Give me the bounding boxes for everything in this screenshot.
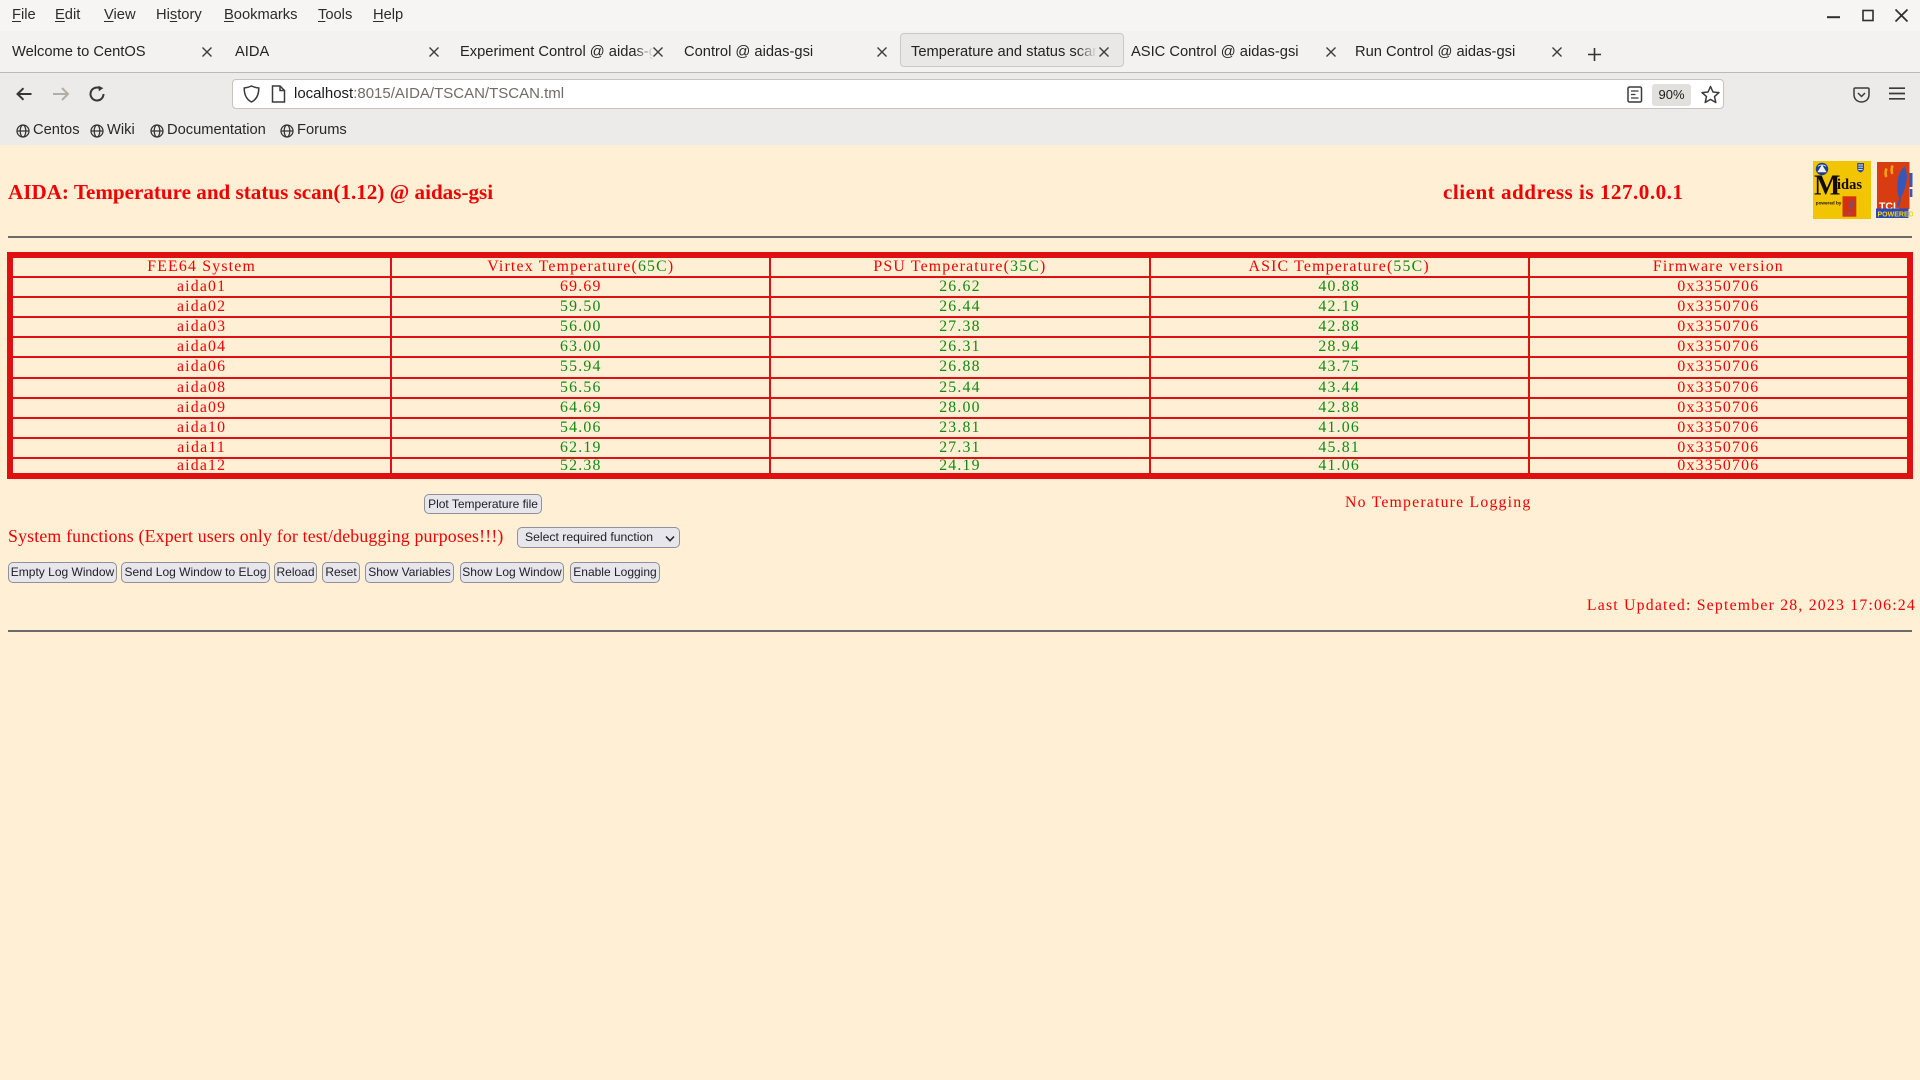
svg-text:idas: idas bbox=[1837, 177, 1862, 193]
svg-text:powered by: powered by bbox=[1816, 201, 1842, 206]
svg-text:POWERED: POWERED bbox=[1878, 211, 1914, 218]
svg-text:T C L: T C L bbox=[1844, 212, 1854, 216]
